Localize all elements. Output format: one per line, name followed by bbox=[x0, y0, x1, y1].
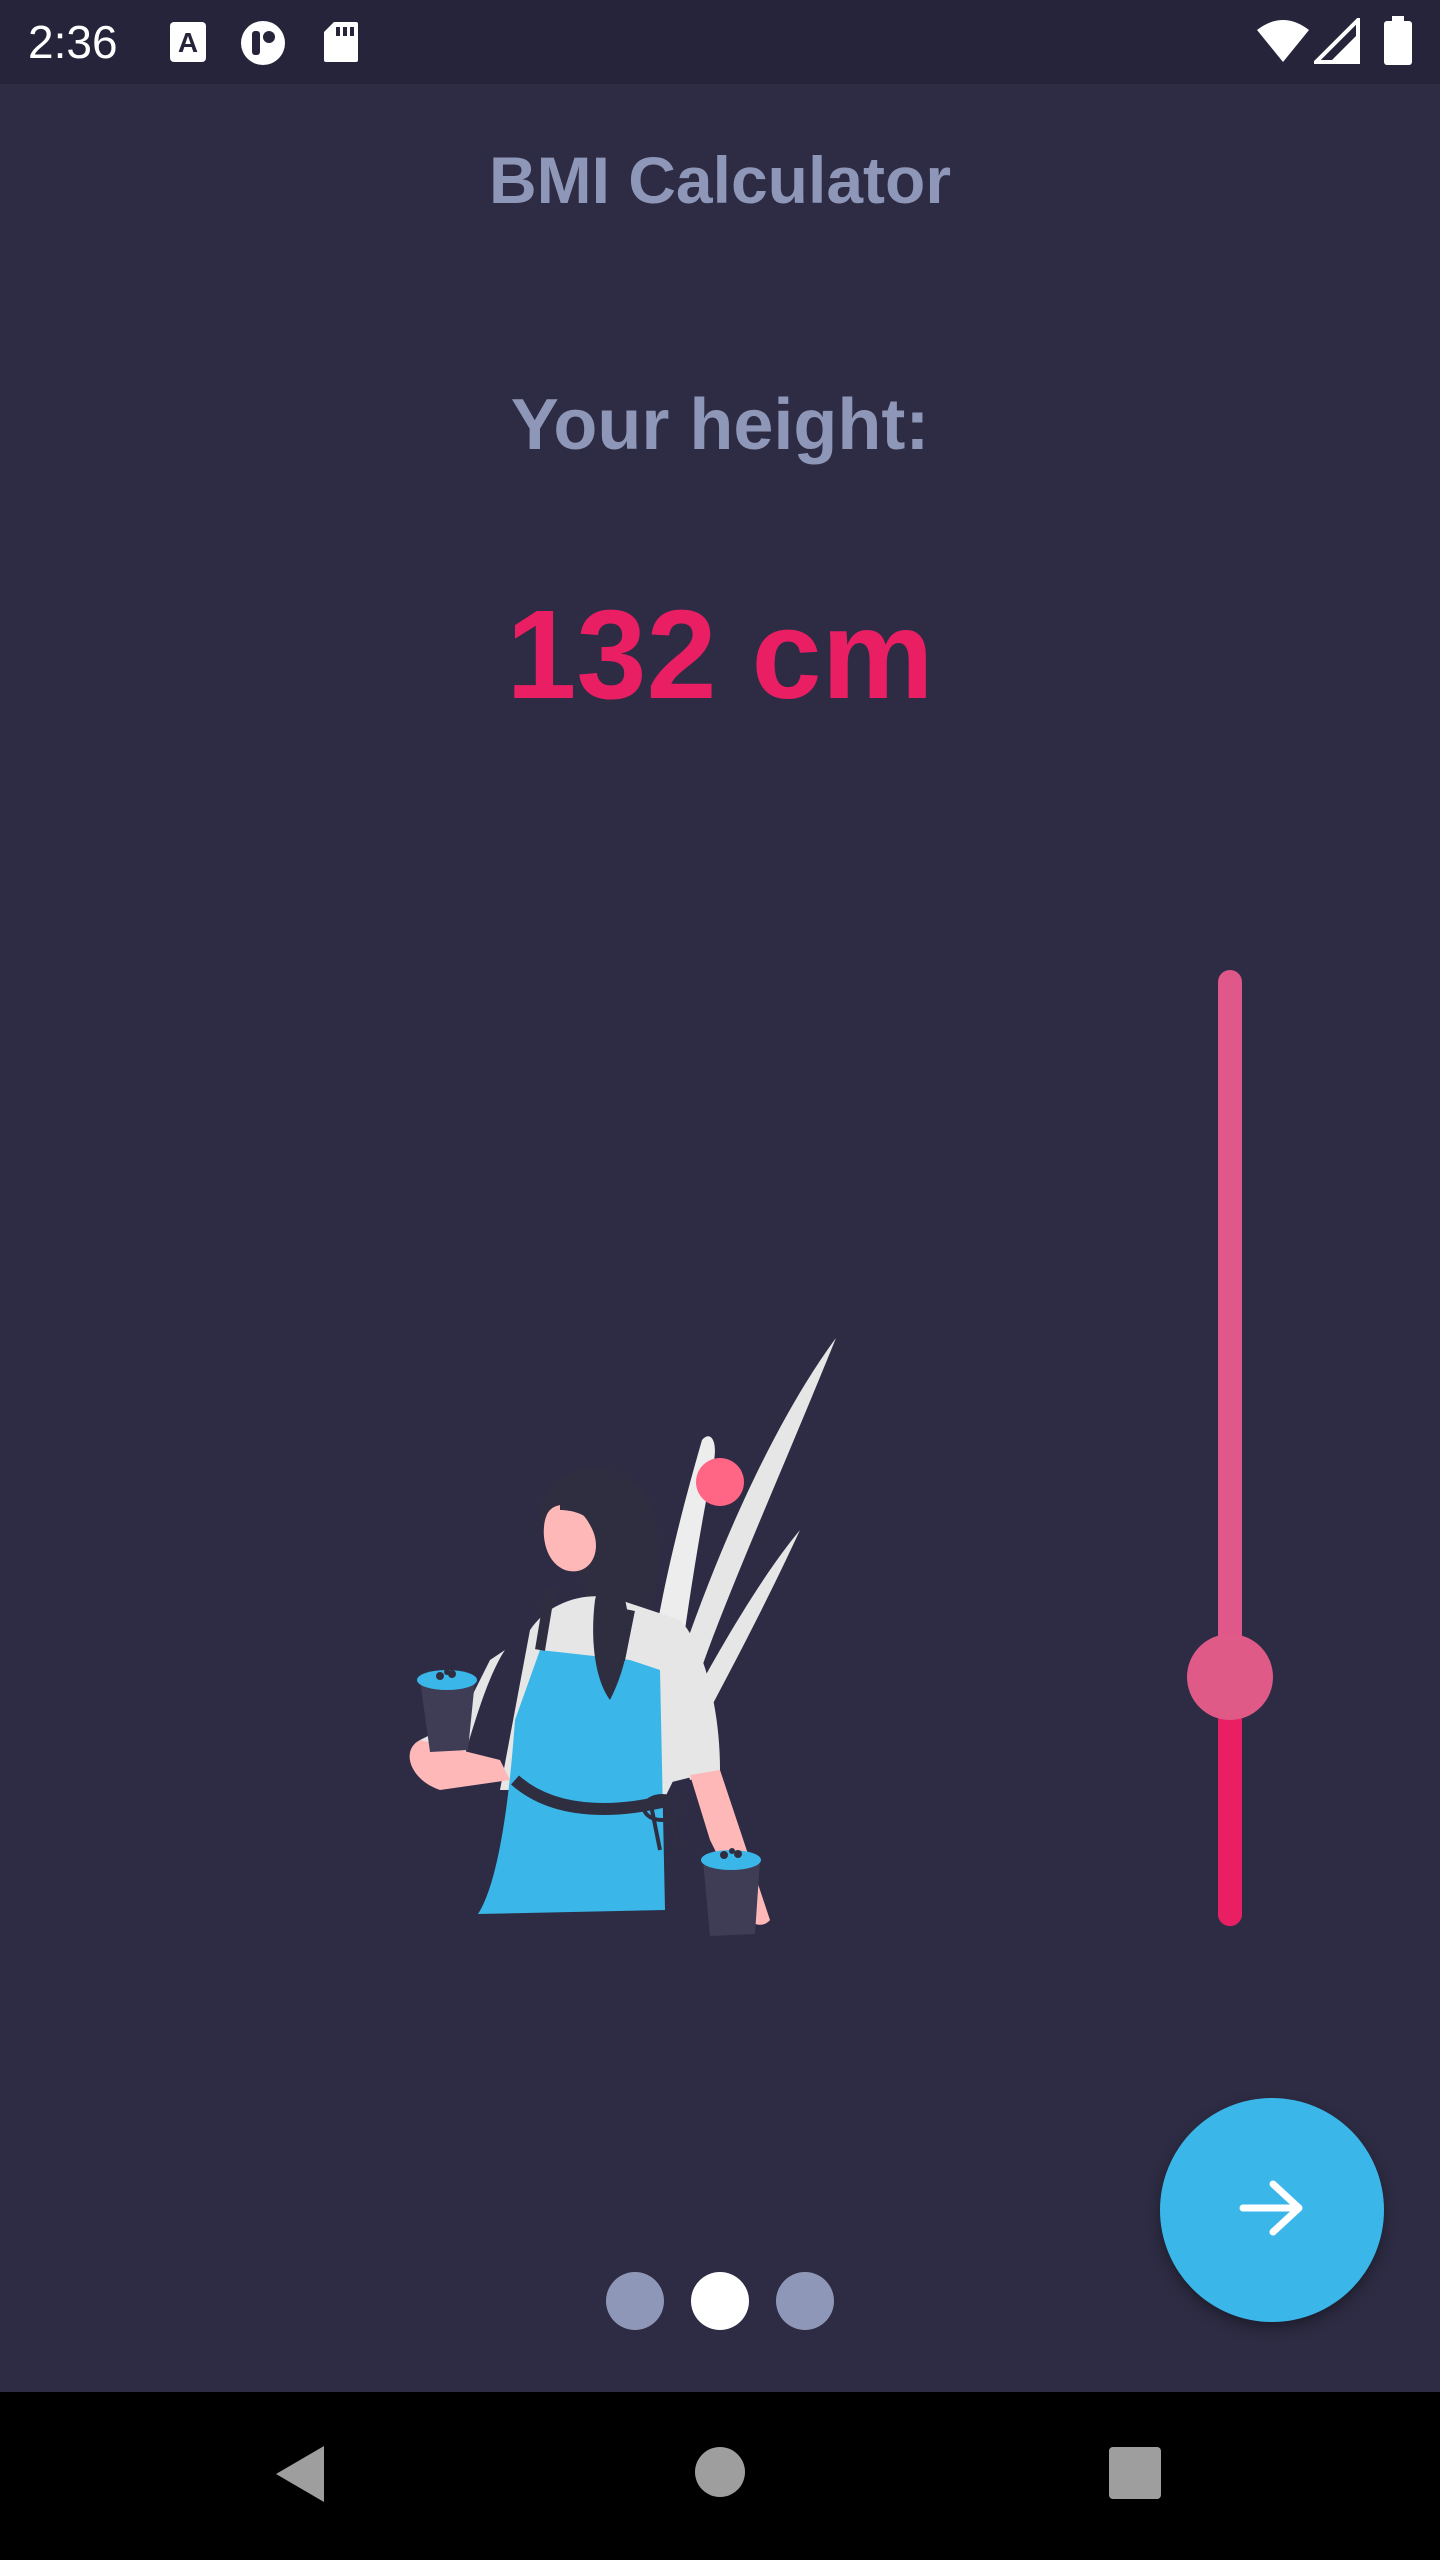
next-button[interactable] bbox=[1160, 2098, 1384, 2322]
app-title: BMI Calculator bbox=[488, 143, 952, 217]
height-slider[interactable] bbox=[1180, 960, 1280, 1970]
back-icon[interactable] bbox=[272, 2442, 328, 2511]
a-notification-icon: A bbox=[168, 20, 208, 69]
sd-card-icon bbox=[322, 20, 360, 69]
circle-app-icon bbox=[238, 20, 288, 71]
person-illustration bbox=[390, 1320, 870, 1960]
status-time: 2:36 bbox=[28, 16, 118, 68]
navigation-bar bbox=[0, 2392, 1440, 2560]
arrow-right-icon bbox=[1239, 2180, 1305, 2241]
svg-text:A: A bbox=[178, 27, 198, 58]
page-dot bbox=[776, 2272, 834, 2330]
status-bar: 2:36 A bbox=[0, 0, 1440, 84]
recents-icon[interactable] bbox=[1108, 2446, 1162, 2505]
battery-icon bbox=[1382, 16, 1414, 71]
page-indicator bbox=[606, 2272, 834, 2330]
home-icon[interactable] bbox=[694, 2446, 746, 2503]
height-label: Your height: bbox=[510, 385, 930, 465]
wifi-icon bbox=[1256, 18, 1310, 69]
page-dot bbox=[606, 2272, 664, 2330]
page-dot-active bbox=[691, 2272, 749, 2330]
height-value: 132 cm bbox=[506, 584, 934, 725]
signal-icon bbox=[1311, 15, 1360, 69]
slider-thumb[interactable] bbox=[1187, 1634, 1273, 1721]
